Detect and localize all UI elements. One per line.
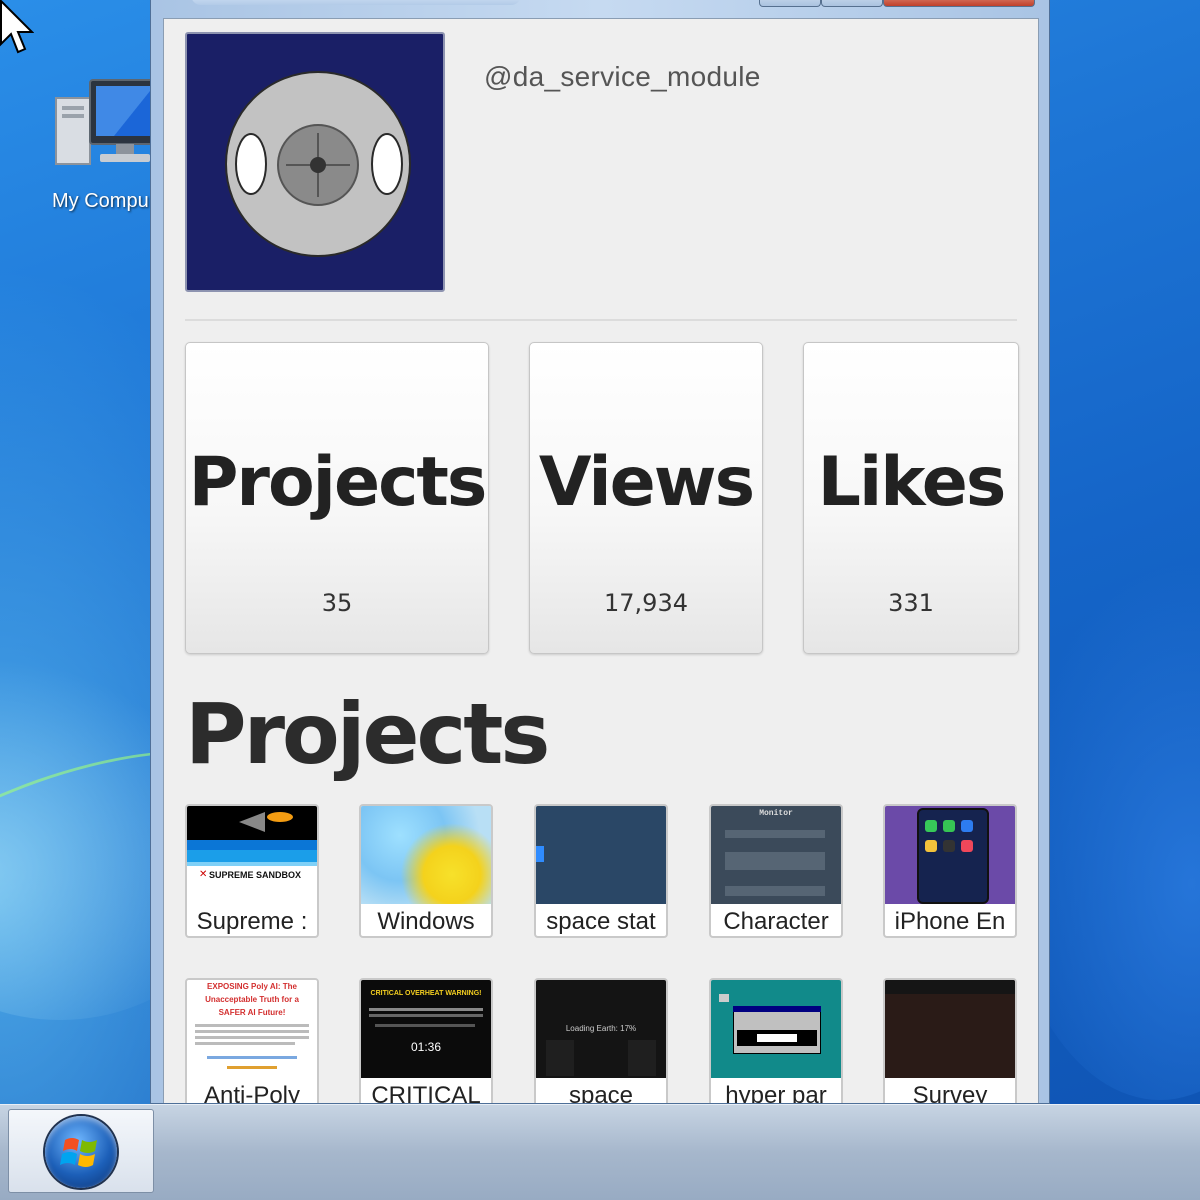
maximize-button[interactable]: [821, 0, 883, 7]
stat-card-views: Views 17,934: [529, 342, 763, 654]
project-name: hyper par: [725, 1082, 827, 1104]
project-thumbnail: [885, 980, 1015, 1078]
windows-logo-icon: [60, 1138, 97, 1167]
project-thumbnail: [711, 980, 841, 1078]
project-thumbnail: CRITICAL OVERHEAT WARNING! 01:36: [361, 980, 491, 1078]
stat-card-projects: Projects 35: [185, 342, 489, 654]
project-name: Survey: [912, 1082, 988, 1104]
project-name: Character: [723, 908, 829, 935]
stat-value: 35: [321, 589, 353, 617]
profile-page: @da_service_module Projects 35 Views 17,…: [163, 18, 1039, 1104]
thumbnail-text: SUPREME SANDBOX: [209, 870, 302, 880]
projects-heading: Projects: [185, 685, 550, 783]
project-thumbnail: Monitor: [711, 806, 841, 904]
thumbnail-text: Monitor: [759, 809, 793, 818]
project-thumbnail: SUPREME SANDBOX ✕: [187, 806, 317, 904]
stat-value: 17,934: [604, 589, 688, 617]
project-thumbnail: [536, 806, 666, 904]
thumbnail-text: EXPOSING Poly AI: The Unacceptable Truth…: [205, 982, 299, 1017]
thumbnail-text: Loading Earth: 17%: [565, 1024, 637, 1033]
project-name: CRITICAL: [371, 1082, 481, 1104]
stat-title: Likes: [817, 443, 1007, 522]
project-name: iPhone En: [894, 908, 1006, 935]
window-tab-edge: [191, 0, 521, 5]
close-button[interactable]: [883, 0, 1035, 7]
robot-face-icon: [225, 71, 411, 257]
stat-title: Views: [538, 443, 755, 522]
project-card[interactable]: Windows: [359, 804, 493, 938]
stat-title: Projects: [188, 443, 488, 522]
app-window: @da_service_module Projects 35 Views 17,…: [150, 0, 1050, 1104]
minimize-button[interactable]: [759, 0, 821, 7]
project-name: space: [568, 1082, 634, 1104]
computer-icon: [55, 79, 161, 165]
project-card[interactable]: Survey: [883, 978, 1017, 1104]
project-card[interactable]: Monitor Character: [709, 804, 843, 938]
profile-handle: @da_service_module: [484, 61, 761, 92]
desktop-icon-label: My Compu: [52, 190, 149, 212]
project-card[interactable]: SUPREME SANDBOX ✕ Supreme :: [185, 804, 319, 938]
stat-value: 331: [888, 589, 934, 617]
project-card[interactable]: space stat: [534, 804, 668, 938]
project-card[interactable]: EXPOSING Poly AI: The Unacceptable Truth…: [185, 978, 319, 1104]
project-card[interactable]: iPhone En: [883, 804, 1017, 938]
mouse-cursor-icon: [0, 0, 34, 54]
start-button[interactable]: [8, 1109, 154, 1193]
thumbnail-text: CRITICAL OVERHEAT WARNING!: [370, 990, 482, 997]
project-thumbnail: EXPOSING Poly AI: The Unacceptable Truth…: [187, 980, 317, 1078]
project-thumbnail: [885, 806, 1015, 904]
project-name: space stat: [546, 908, 656, 935]
project-thumbnail: [361, 806, 491, 904]
stat-card-likes: Likes 331: [803, 342, 1019, 654]
project-card[interactable]: hyper par: [709, 978, 843, 1104]
profile-avatar: [185, 32, 445, 292]
project-name: Anti-Poly: [203, 1082, 301, 1104]
divider: [185, 319, 1017, 321]
project-name: Windows: [377, 908, 475, 935]
taskbar: [0, 1104, 1200, 1200]
project-card[interactable]: CRITICAL OVERHEAT WARNING! 01:36 CRITICA…: [359, 978, 493, 1104]
project-thumbnail: Loading Earth: 17%: [536, 980, 666, 1078]
windows-start-orb-icon: [45, 1116, 117, 1188]
thumbnail-timer: 01:36: [410, 1040, 442, 1054]
project-card[interactable]: Loading Earth: 17% space: [534, 978, 668, 1104]
project-name: Supreme :: [196, 908, 308, 935]
